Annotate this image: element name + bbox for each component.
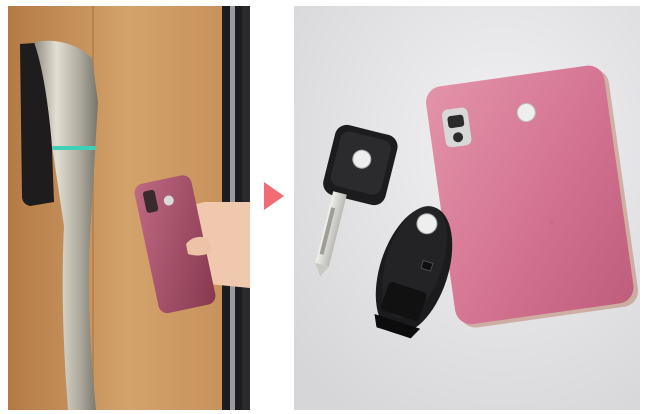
door-unlock-scene [8, 6, 250, 410]
smartphone [426, 65, 639, 328]
right-arrow-icon [262, 180, 286, 212]
items-photo [294, 6, 640, 410]
items-scene [294, 6, 640, 410]
door-unlock-photo [8, 6, 250, 410]
reader-indicator-light [52, 146, 96, 150]
